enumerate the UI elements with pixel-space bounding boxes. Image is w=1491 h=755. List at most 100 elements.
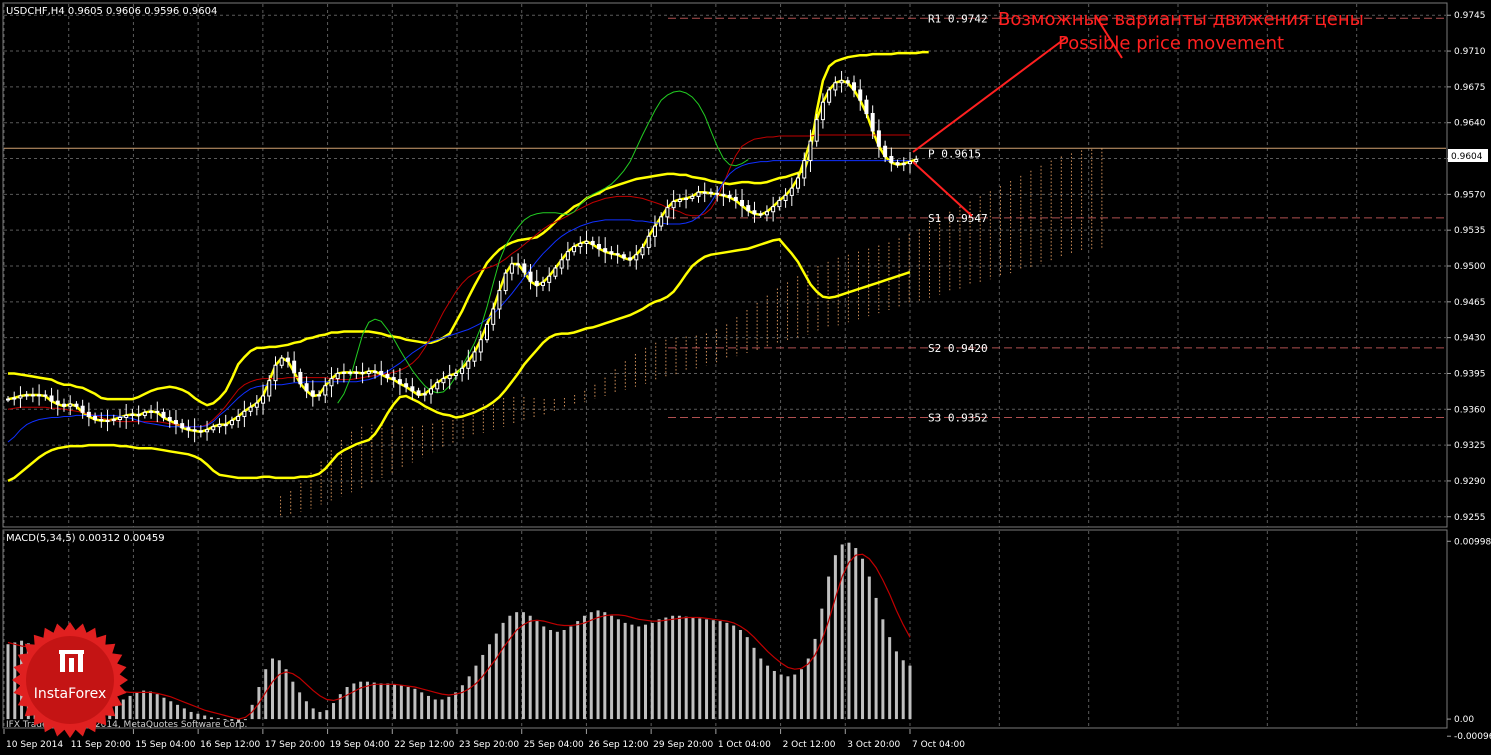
candle-body xyxy=(317,394,322,397)
candle-body xyxy=(167,416,172,422)
candle-body xyxy=(820,101,825,121)
macd-bar xyxy=(420,692,424,720)
macd-bar xyxy=(867,576,871,720)
candle-body xyxy=(870,112,875,132)
candle-body xyxy=(603,248,608,253)
macd-bar xyxy=(142,690,146,720)
candle-body xyxy=(596,244,601,250)
candle-body xyxy=(453,372,458,377)
chikou-span-line xyxy=(337,90,749,404)
candle-body xyxy=(12,397,17,400)
candle-body xyxy=(68,403,73,407)
candle-body xyxy=(665,207,670,218)
macd-bar xyxy=(759,658,763,720)
y-tick-label: 0.9675 xyxy=(1454,83,1486,93)
candle-body xyxy=(217,424,222,428)
candle-body xyxy=(646,235,651,249)
candle-body xyxy=(702,191,707,194)
x-tick-label: 26 Sep 12:00 xyxy=(588,740,648,750)
candle-body xyxy=(740,199,745,207)
macd-bar xyxy=(582,615,586,720)
macd-bar xyxy=(793,674,797,720)
macd-bar xyxy=(413,688,417,720)
candle-body xyxy=(55,400,60,405)
macd-bar xyxy=(718,621,722,720)
candle-body xyxy=(61,403,66,407)
macd-bar xyxy=(854,548,858,720)
candle-body xyxy=(914,159,919,163)
x-tick-label: 7 Oct 04:00 xyxy=(912,740,965,750)
candle-body xyxy=(223,424,228,427)
candle-body xyxy=(279,357,284,366)
candle-body xyxy=(155,410,160,413)
macd-bar xyxy=(610,615,614,720)
candle-body xyxy=(509,263,514,274)
chart-window: R1 0.9742 P 0.9615 S1 0.9547 S2 0.9420 S3 0.… xyxy=(0,0,1491,751)
macd-bar xyxy=(813,638,817,720)
macd-panel-frame xyxy=(2,529,1448,729)
candle-body xyxy=(360,371,365,374)
candle-body xyxy=(254,402,259,408)
x-tick-label: 23 Sep 20:00 xyxy=(459,740,519,750)
macd-bar xyxy=(637,626,641,720)
logo-text: InstaForex xyxy=(34,686,107,702)
macd-bar xyxy=(888,637,892,720)
logo-mark-icon xyxy=(59,650,84,672)
candle-body xyxy=(198,430,203,433)
macd-tick-label: 0.00 xyxy=(1454,715,1474,725)
candle-body xyxy=(864,99,869,114)
y-tick-label: 0.9255 xyxy=(1454,513,1486,523)
candle-body xyxy=(205,429,210,433)
macd-bar xyxy=(711,620,715,720)
candle-body xyxy=(298,371,303,385)
y-tick-label: 0.9395 xyxy=(1454,369,1486,379)
macd-bar xyxy=(393,684,397,720)
candle-body xyxy=(273,364,278,382)
macd-bar xyxy=(447,696,451,720)
candle-body xyxy=(310,390,315,397)
macd-bar xyxy=(555,631,559,720)
candle-body xyxy=(497,290,502,310)
macd-bar xyxy=(508,615,512,720)
macd-bar xyxy=(745,637,749,720)
macd-bar xyxy=(209,717,213,720)
candle-body xyxy=(304,383,309,392)
macd-bar xyxy=(833,555,837,720)
macd-bar xyxy=(840,544,844,720)
pivot-label-p: P 0.9615 xyxy=(928,147,981,160)
candle-body xyxy=(410,386,415,392)
macd-bar xyxy=(494,633,498,720)
candle-body xyxy=(771,206,776,213)
macd-bar xyxy=(270,658,274,720)
macd-bar xyxy=(399,685,403,720)
candle-body xyxy=(93,415,98,421)
instaforex-logo: InstaForex xyxy=(10,620,130,740)
macd-bar xyxy=(528,615,532,720)
macd-bar xyxy=(861,558,865,720)
macd-bar xyxy=(786,676,790,720)
candle-body xyxy=(783,194,788,201)
macd-bar xyxy=(766,665,770,720)
macd-bar xyxy=(657,619,661,720)
macd-bar xyxy=(277,660,281,720)
macd-bar xyxy=(603,612,607,720)
logo-circle xyxy=(26,636,114,724)
candle-body xyxy=(696,191,701,197)
macd-bar xyxy=(169,701,173,720)
candle-body xyxy=(186,427,191,431)
macd-bar xyxy=(650,622,654,720)
macd-bar xyxy=(901,660,905,720)
candle-body xyxy=(522,263,527,273)
y-tick-label: 0.9710 xyxy=(1454,47,1486,57)
macd-bar xyxy=(671,615,675,720)
candle-body xyxy=(609,251,614,255)
candle-body xyxy=(733,196,738,201)
macd-bar xyxy=(806,658,810,720)
candle-body xyxy=(99,419,104,422)
x-tick-label: 3 Oct 20:00 xyxy=(847,740,900,750)
macd-bar xyxy=(155,694,159,720)
candle-body xyxy=(895,162,900,166)
candle-body xyxy=(540,281,545,286)
candle-body xyxy=(727,194,732,198)
time-axis: 10 Sep 2014 11 Sep 20:00 15 Sep 04:00 16 Se… xyxy=(3,729,965,750)
